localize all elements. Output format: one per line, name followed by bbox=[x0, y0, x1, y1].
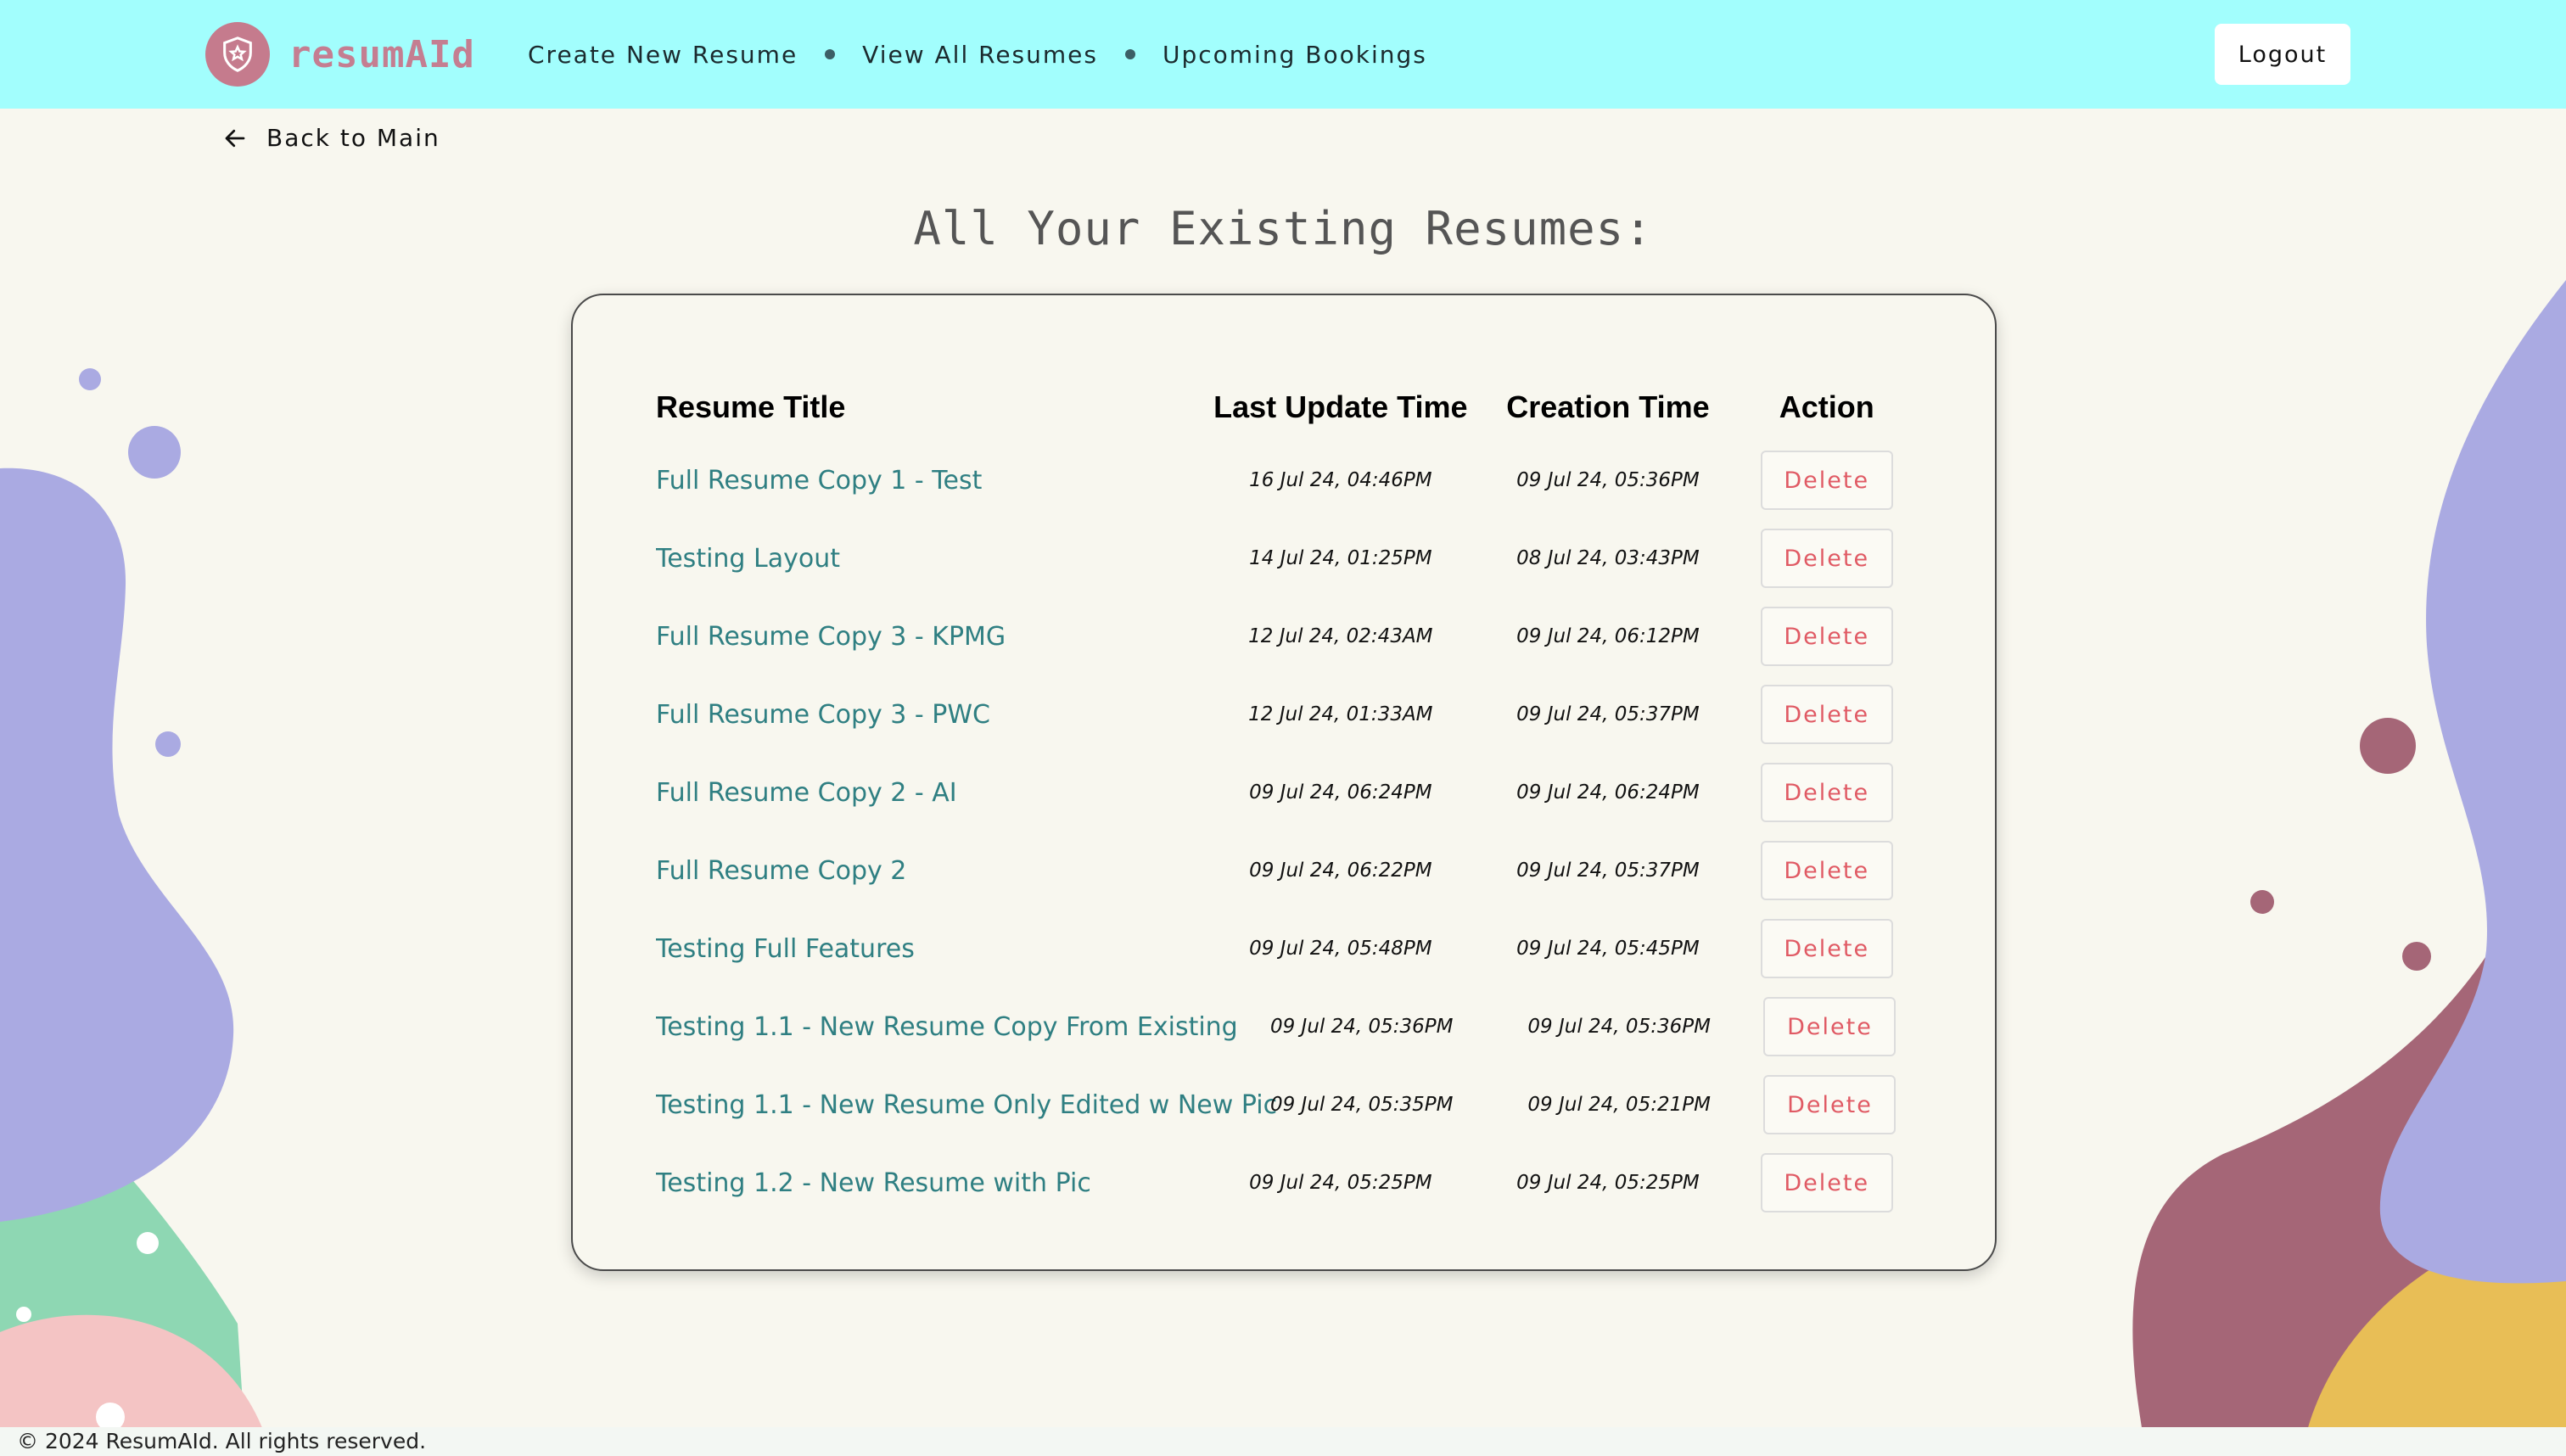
copyright-text: © 2024 ResumAId. All rights reserved. bbox=[17, 1429, 427, 1453]
shield-star-icon bbox=[205, 22, 270, 87]
creation-time: 09 Jul 24, 05:36PM bbox=[1527, 1016, 1711, 1038]
delete-button[interactable]: Delete bbox=[1760, 607, 1893, 666]
page-title: All Your Existing Resumes: bbox=[913, 202, 1653, 255]
delete-button[interactable]: Delete bbox=[1760, 919, 1893, 978]
resumes-table[interactable]: Resume Title Last Update Time Creation T… bbox=[656, 373, 1912, 1222]
delete-button[interactable]: Delete bbox=[1760, 685, 1893, 744]
last-update-time: 09 Jul 24, 05:48PM bbox=[1249, 938, 1432, 960]
footer: © 2024 ResumAId. All rights reserved. bbox=[0, 1427, 2566, 1456]
nav-separator bbox=[825, 49, 836, 59]
dot bbox=[155, 731, 181, 757]
creation-time: 09 Jul 24, 05:25PM bbox=[1516, 1172, 1700, 1194]
resume-title-link[interactable]: Testing Full Features bbox=[656, 934, 1207, 964]
table-row: Testing 1.1 - New Resume Only Edited w N… bbox=[656, 1066, 1912, 1144]
table-row: Full Resume Copy 2 09 Jul 24, 06:22PM 09… bbox=[656, 832, 1912, 910]
nav-separator bbox=[1124, 49, 1135, 59]
table-row: Testing 1.2 - New Resume with Pic 09 Jul… bbox=[656, 1144, 1912, 1222]
resume-title-link[interactable]: Full Resume Copy 2 bbox=[656, 856, 1207, 886]
delete-button[interactable]: Delete bbox=[1760, 451, 1893, 510]
creation-time: 08 Jul 24, 03:43PM bbox=[1516, 547, 1700, 569]
resume-title-link[interactable]: Testing 1.1 - New Resume Only Edited w N… bbox=[656, 1090, 1277, 1120]
creation-time: 09 Jul 24, 05:37PM bbox=[1516, 703, 1700, 725]
dot bbox=[2402, 942, 2431, 971]
last-update-time: 12 Jul 24, 02:43AM bbox=[1248, 625, 1433, 647]
last-update-time: 12 Jul 24, 01:33AM bbox=[1248, 703, 1433, 725]
dot bbox=[16, 1307, 31, 1322]
nav-view-all-resumes[interactable]: View All Resumes bbox=[862, 41, 1098, 69]
last-update-time: 09 Jul 24, 05:25PM bbox=[1249, 1172, 1432, 1194]
resumes-card: Resume Title Last Update Time Creation T… bbox=[571, 294, 1997, 1271]
dot bbox=[128, 426, 181, 479]
resume-title-link[interactable]: Full Resume Copy 3 - KPMG bbox=[656, 622, 1207, 652]
delete-button[interactable]: Delete bbox=[1763, 1075, 1896, 1134]
creation-time: 09 Jul 24, 05:45PM bbox=[1516, 938, 1700, 960]
last-update-time: 16 Jul 24, 04:46PM bbox=[1249, 469, 1432, 491]
header-action: Action bbox=[1779, 389, 1874, 424]
lavender-blob-left bbox=[0, 468, 234, 1222]
nav-upcoming-bookings[interactable]: Upcoming Bookings bbox=[1163, 41, 1427, 69]
brand[interactable]: resumAId bbox=[205, 22, 475, 87]
back-label: Back to Main bbox=[266, 124, 440, 152]
table-row: Testing Full Features 09 Jul 24, 05:48PM… bbox=[656, 910, 1912, 988]
resume-title-link[interactable]: Full Resume Copy 1 - Test bbox=[656, 466, 1207, 496]
creation-time: 09 Jul 24, 05:37PM bbox=[1516, 860, 1700, 882]
creation-time: 09 Jul 24, 05:36PM bbox=[1516, 469, 1700, 491]
delete-button[interactable]: Delete bbox=[1760, 841, 1893, 900]
table-row: Full Resume Copy 3 - PWC 12 Jul 24, 01:3… bbox=[656, 675, 1912, 753]
last-update-time: 09 Jul 24, 05:35PM bbox=[1269, 1094, 1454, 1116]
dot bbox=[137, 1232, 159, 1254]
brand-name: resumAId bbox=[289, 32, 475, 76]
creation-time: 09 Jul 24, 06:12PM bbox=[1516, 625, 1700, 647]
delete-button[interactable]: Delete bbox=[1760, 1153, 1893, 1212]
last-update-time: 09 Jul 24, 05:36PM bbox=[1269, 1016, 1454, 1038]
header-last-update-time: Last Update Time bbox=[1213, 389, 1468, 424]
logout-button[interactable]: Logout bbox=[2215, 24, 2350, 85]
table-row: Testing 1.1 - New Resume Copy From Exist… bbox=[656, 988, 1912, 1066]
dot bbox=[2360, 718, 2416, 774]
resume-title-link[interactable]: Testing 1.1 - New Resume Copy From Exist… bbox=[656, 1012, 1238, 1042]
main-nav: Create New Resume View All Resumes Upcom… bbox=[528, 0, 1427, 109]
creation-time: 09 Jul 24, 06:24PM bbox=[1516, 781, 1700, 804]
header-creation-time: Creation Time bbox=[1506, 389, 1710, 424]
dot bbox=[79, 368, 101, 390]
resume-title-link[interactable]: Full Resume Copy 2 - AI bbox=[656, 778, 1207, 808]
dot bbox=[2250, 890, 2274, 914]
delete-button[interactable]: Delete bbox=[1760, 763, 1893, 822]
resume-title-link[interactable]: Testing 1.2 - New Resume with Pic bbox=[656, 1168, 1207, 1198]
lavender-blob-right bbox=[2379, 280, 2566, 1284]
resume-title-link[interactable]: Testing Layout bbox=[656, 544, 1207, 574]
last-update-time: 09 Jul 24, 06:22PM bbox=[1249, 860, 1432, 882]
table-row: Testing Layout 14 Jul 24, 01:25PM 08 Jul… bbox=[656, 519, 1912, 597]
nav-create-new-resume[interactable]: Create New Resume bbox=[528, 41, 798, 69]
header-resume-title: Resume Title bbox=[656, 389, 846, 424]
table-row: Full Resume Copy 1 - Test 16 Jul 24, 04:… bbox=[656, 441, 1912, 519]
top-navbar: resumAId Create New Resume View All Resu… bbox=[0, 0, 2566, 109]
delete-button[interactable]: Delete bbox=[1760, 529, 1893, 588]
arrow-left-icon bbox=[225, 129, 245, 147]
table-row: Full Resume Copy 2 - AI 09 Jul 24, 06:24… bbox=[656, 753, 1912, 832]
creation-time: 09 Jul 24, 05:21PM bbox=[1527, 1094, 1711, 1116]
last-update-time: 09 Jul 24, 06:24PM bbox=[1249, 781, 1432, 804]
table-row: Full Resume Copy 3 - KPMG 12 Jul 24, 02:… bbox=[656, 597, 1912, 675]
resume-title-link[interactable]: Full Resume Copy 3 - PWC bbox=[656, 700, 1207, 730]
delete-button[interactable]: Delete bbox=[1763, 997, 1896, 1056]
back-to-main-link[interactable]: Back to Main bbox=[222, 124, 440, 152]
table-header: Resume Title Last Update Time Creation T… bbox=[656, 373, 1912, 441]
last-update-time: 14 Jul 24, 01:25PM bbox=[1249, 547, 1432, 569]
